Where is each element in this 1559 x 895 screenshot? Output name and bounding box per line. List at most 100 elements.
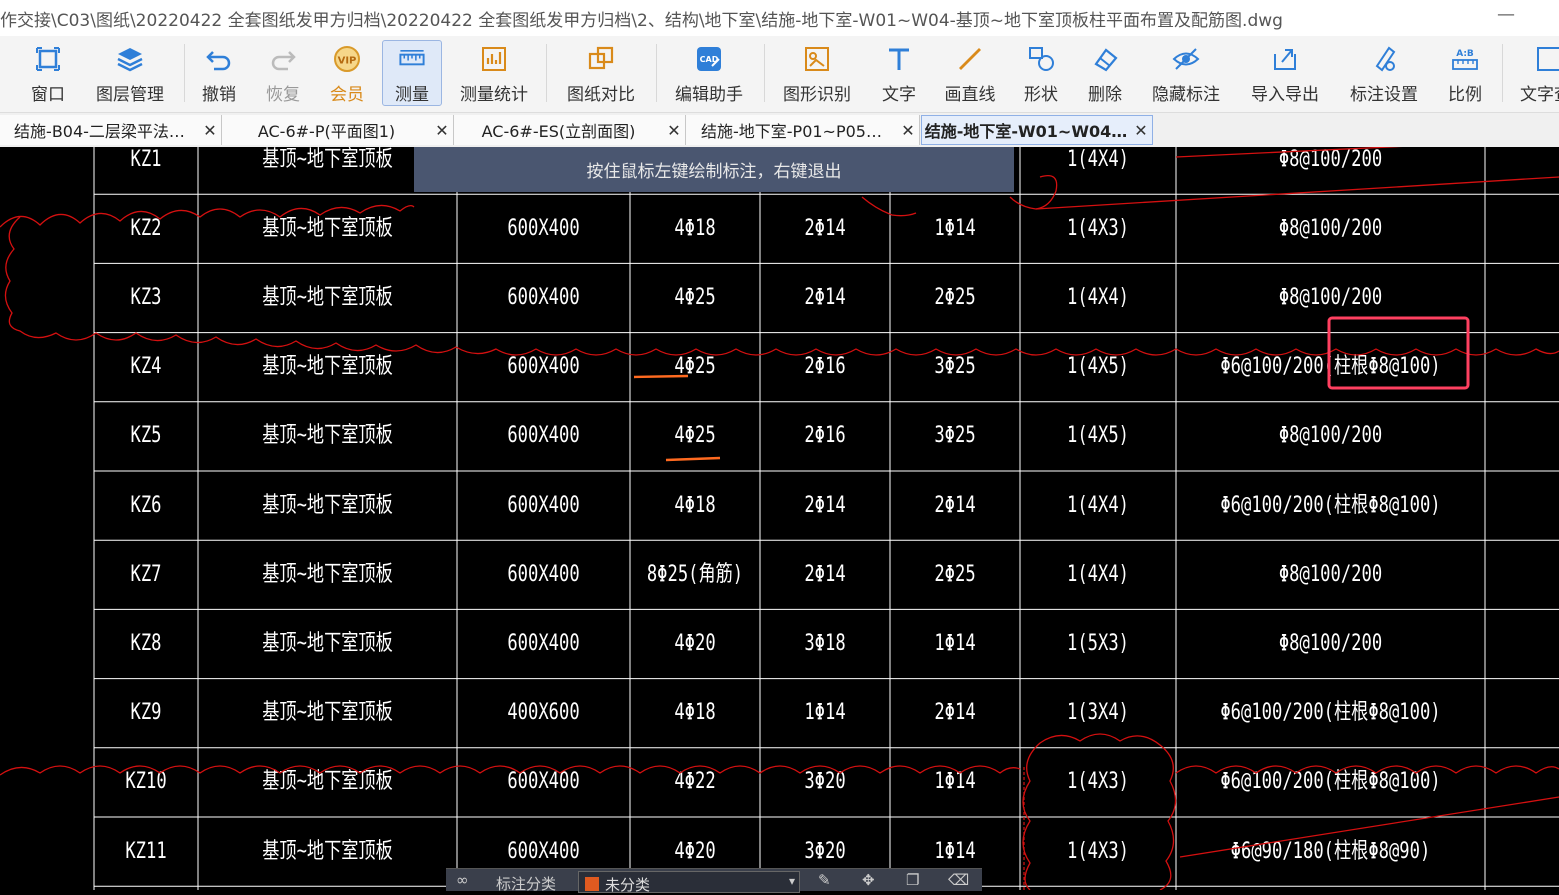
hide-annotations-label: 隐藏标注 xyxy=(1152,85,1220,105)
scale-button[interactable]: A:B 比例 xyxy=(1440,40,1490,106)
measure-button[interactable]: 测量 xyxy=(382,40,442,106)
undo-button[interactable]: 撤销 xyxy=(194,40,244,106)
table-cell: KZ7 xyxy=(130,561,162,587)
line-icon xyxy=(959,48,981,70)
toolbar-scroll-left[interactable] xyxy=(0,40,12,106)
annotation-category-value: 未分类 xyxy=(605,876,651,894)
measure-label: 测量 xyxy=(395,85,429,105)
delete-label: 删除 xyxy=(1088,85,1122,105)
table-cell: KZ5 xyxy=(130,423,162,449)
redo-button[interactable]: 恢复 xyxy=(258,40,308,106)
document-tab-bar: 结施-B04-二层梁平法… ✕ AC-6#-P(平面图1) ✕ AC-6#-ES… xyxy=(0,113,1559,148)
table-cell: KZ10 xyxy=(125,769,167,795)
drawing-compare-button[interactable]: 图纸对比 xyxy=(560,40,642,106)
table-cell: 4Φ20 xyxy=(674,631,716,656)
ruler-icon xyxy=(399,50,425,66)
table-cell: 基顶~地下室顶板 xyxy=(262,631,393,656)
text-search-button[interactable]: 文字查找 xyxy=(1514,40,1559,106)
draw-line-button[interactable]: 画直线 xyxy=(938,40,1002,106)
layers-icon xyxy=(117,48,143,72)
table-cell: 600X400 xyxy=(507,423,580,449)
annotation-settings-button[interactable]: 标注设置 xyxy=(1344,40,1424,106)
vip-button[interactable]: VIP 会员 xyxy=(322,40,372,106)
table-cell: 1Φ14 xyxy=(934,769,976,795)
vip-icon: VIP xyxy=(334,46,360,72)
table-cell: 3Φ25 xyxy=(934,423,976,449)
table-cell: Φ8@100/200 xyxy=(1278,147,1383,172)
table-cell: KZ6 xyxy=(130,492,162,518)
tab-label: 结施-地下室-W01~W04… xyxy=(924,122,1128,141)
table-cell: 2Φ25 xyxy=(934,285,976,310)
layer-manager-button[interactable]: 图层管理 xyxy=(88,40,172,106)
move-icon[interactable]: ✥ xyxy=(862,871,875,889)
import-export-button[interactable]: 导入导出 xyxy=(1244,40,1326,106)
table-cell: 600X400 xyxy=(507,285,580,310)
table-cell: 600X400 xyxy=(507,631,580,656)
table-cell: KZ2 xyxy=(130,215,162,241)
table-cell: Φ8@100/200 xyxy=(1278,561,1383,587)
text-icon xyxy=(889,48,909,70)
tab-close-icon[interactable]: ✕ xyxy=(431,121,453,140)
undo-label: 撤销 xyxy=(202,85,236,105)
minimize-button[interactable]: — xyxy=(1497,4,1515,25)
cad-drawing-canvas[interactable]: KZ1 基顶~地下室顶板 1(4X4) Φ8@100/200 KZ2 基顶~地下室顶板 60… xyxy=(0,147,1559,890)
redo-icon xyxy=(271,51,296,71)
table-cell: 2Φ14 xyxy=(934,492,976,518)
tab-ac6-p[interactable]: AC-6#-P(平面图1) ✕ xyxy=(222,115,454,145)
table-cell: 1(4X5) xyxy=(1066,423,1129,449)
table-cell: 基顶~地下室顶板 xyxy=(262,769,393,795)
edit-assistant-button[interactable]: CAD 编辑助手 xyxy=(668,40,750,106)
shape-button[interactable]: 形状 xyxy=(1016,40,1066,106)
toolbar-separator xyxy=(764,44,765,102)
tab-b04[interactable]: 结施-B04-二层梁平法… ✕ xyxy=(0,115,222,145)
delete-icon[interactable]: ⌫ xyxy=(948,871,969,889)
tab-close-icon[interactable]: ✕ xyxy=(663,121,685,140)
table-cell: 基顶~地下室顶板 xyxy=(262,700,393,726)
table-cell: 基顶~地下室顶板 xyxy=(262,354,393,380)
measure-stats-button[interactable]: 测量统计 xyxy=(454,40,534,106)
table-cell: 600X400 xyxy=(507,769,580,795)
table-cell: 4Φ18 xyxy=(674,700,716,726)
table-cell: Φ6@100/200(柱根Φ8@100) xyxy=(1220,769,1441,795)
tab-w01[interactable]: 结施-地下室-W01~W04… ✕ xyxy=(921,115,1153,145)
annotation-category-panel: ∞ 标注分类 未分类 ▾ ✎ ✥ ❐ ⌫ xyxy=(446,868,982,894)
toolbar-separator xyxy=(546,44,547,102)
shape-label: 形状 xyxy=(1024,85,1058,105)
measure-stats-label: 测量统计 xyxy=(460,85,528,105)
link-icon[interactable]: ∞ xyxy=(456,871,469,889)
tab-ac6-es[interactable]: AC-6#-ES(立剖面图) ✕ xyxy=(454,115,686,145)
table-cell: KZ11 xyxy=(125,838,167,864)
text-button[interactable]: 文字 xyxy=(874,40,924,106)
table-cell: 600X400 xyxy=(507,354,580,380)
shape-recognize-label: 图形识别 xyxy=(783,85,851,105)
table-cell: KZ3 xyxy=(130,285,162,310)
tab-close-icon[interactable]: ✕ xyxy=(199,121,221,140)
table-cell: Φ8@100/200 xyxy=(1278,423,1383,449)
window-button[interactable]: 窗口 xyxy=(22,40,74,106)
table-cell: 4Φ25 xyxy=(674,354,716,380)
tab-p01[interactable]: 结施-地下室-P01~P05… ✕ xyxy=(686,115,920,145)
table-cell: Φ6@90/180(柱根Φ8@90) xyxy=(1230,838,1431,864)
table-cell: KZ4 xyxy=(130,354,162,380)
table-cell: 1(4X3) xyxy=(1066,838,1129,864)
delete-button[interactable]: 删除 xyxy=(1080,40,1130,106)
edit-icon[interactable]: ✎ xyxy=(818,871,831,889)
tab-close-icon[interactable]: ✕ xyxy=(1130,121,1152,140)
tab-close-icon[interactable]: ✕ xyxy=(897,121,919,140)
table-cell: Φ6@100/200(柱根Φ8@100) xyxy=(1220,492,1441,518)
table-cell: 3Φ18 xyxy=(804,631,846,656)
table-cell: 基顶~地下室顶板 xyxy=(262,838,393,864)
drawing-compare-label: 图纸对比 xyxy=(567,85,635,105)
title-bar: 作交接\C03\图纸\20220422 全套图纸发甲方归档\20220422 全… xyxy=(0,0,1559,36)
shape-recognize-button[interactable]: 图形识别 xyxy=(776,40,858,106)
table-cell: 1(4X3) xyxy=(1066,215,1129,241)
hide-annotations-button[interactable]: 隐藏标注 xyxy=(1146,40,1226,106)
drawing-hint-banner: 按住鼠标左键绘制标注，右键退出 xyxy=(414,147,1014,192)
undo-icon xyxy=(206,51,231,71)
import-export-label: 导入导出 xyxy=(1251,85,1319,105)
text-search-label: 文字查找 xyxy=(1520,85,1559,105)
copy-icon[interactable]: ❐ xyxy=(906,871,919,889)
table-cell: 4Φ18 xyxy=(674,492,716,518)
table-cell: 1(4X5) xyxy=(1066,354,1129,380)
table-cell: KZ1 xyxy=(130,147,162,172)
